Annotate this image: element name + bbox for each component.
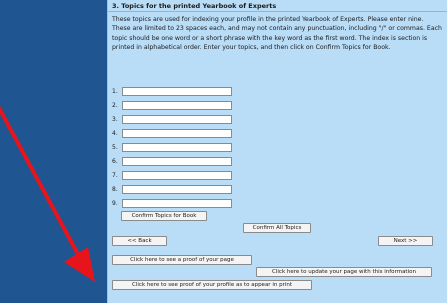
section-title: 3. Topics for the printed Yearbook of Ex… bbox=[112, 2, 277, 10]
topic-input-1[interactable] bbox=[122, 86, 232, 96]
topic-number: 3. bbox=[112, 115, 118, 123]
topic-row: 8. bbox=[112, 182, 232, 196]
topic-row: 1. bbox=[112, 84, 232, 98]
topic-row: 7. bbox=[112, 168, 232, 182]
print-proof-button[interactable]: Click here to see proof of your profile … bbox=[112, 280, 312, 290]
topic-input-6[interactable] bbox=[122, 156, 232, 166]
topic-number: 4. bbox=[112, 129, 118, 137]
topic-input-3[interactable] bbox=[122, 114, 232, 124]
topic-list: 1. 2. 3. 4. 5. 6. 7. 8. 9. bbox=[112, 84, 232, 210]
topic-number: 8. bbox=[112, 185, 118, 193]
side-panel bbox=[0, 0, 107, 303]
topic-row: 5. bbox=[112, 140, 232, 154]
topic-input-8[interactable] bbox=[122, 184, 232, 194]
topic-number: 5. bbox=[112, 143, 118, 151]
topic-number: 9. bbox=[112, 199, 118, 207]
see-proof-button[interactable]: Click here to see a proof of your page bbox=[112, 255, 252, 265]
topic-row: 9. bbox=[112, 196, 232, 210]
back-button[interactable]: << Back bbox=[112, 236, 167, 246]
confirm-all-topics-button[interactable]: Confirm All Topics bbox=[243, 223, 311, 233]
topics-panel: 3. Topics for the printed Yearbook of Ex… bbox=[107, 0, 447, 303]
topic-input-4[interactable] bbox=[122, 128, 232, 138]
topic-input-2[interactable] bbox=[122, 100, 232, 110]
instructions-text: These topics are used for indexing your … bbox=[112, 16, 442, 52]
topic-row: 4. bbox=[112, 126, 232, 140]
confirm-topics-button[interactable]: Confirm Topics for Book bbox=[121, 211, 207, 221]
title-divider bbox=[108, 11, 447, 12]
topic-row: 2. bbox=[112, 98, 232, 112]
red-arrow-icon bbox=[0, 105, 95, 282]
update-page-button[interactable]: Click here to update your page with this… bbox=[256, 267, 432, 277]
next-button[interactable]: Next >> bbox=[378, 236, 433, 246]
topic-number: 6. bbox=[112, 157, 118, 165]
topic-row: 3. bbox=[112, 112, 232, 126]
topic-row: 6. bbox=[112, 154, 232, 168]
topic-number: 1. bbox=[112, 87, 118, 95]
topic-input-5[interactable] bbox=[122, 142, 232, 152]
topic-number: 2. bbox=[112, 101, 118, 109]
topic-input-9[interactable] bbox=[122, 198, 232, 208]
topic-input-7[interactable] bbox=[122, 170, 232, 180]
topic-number: 7. bbox=[112, 171, 118, 179]
